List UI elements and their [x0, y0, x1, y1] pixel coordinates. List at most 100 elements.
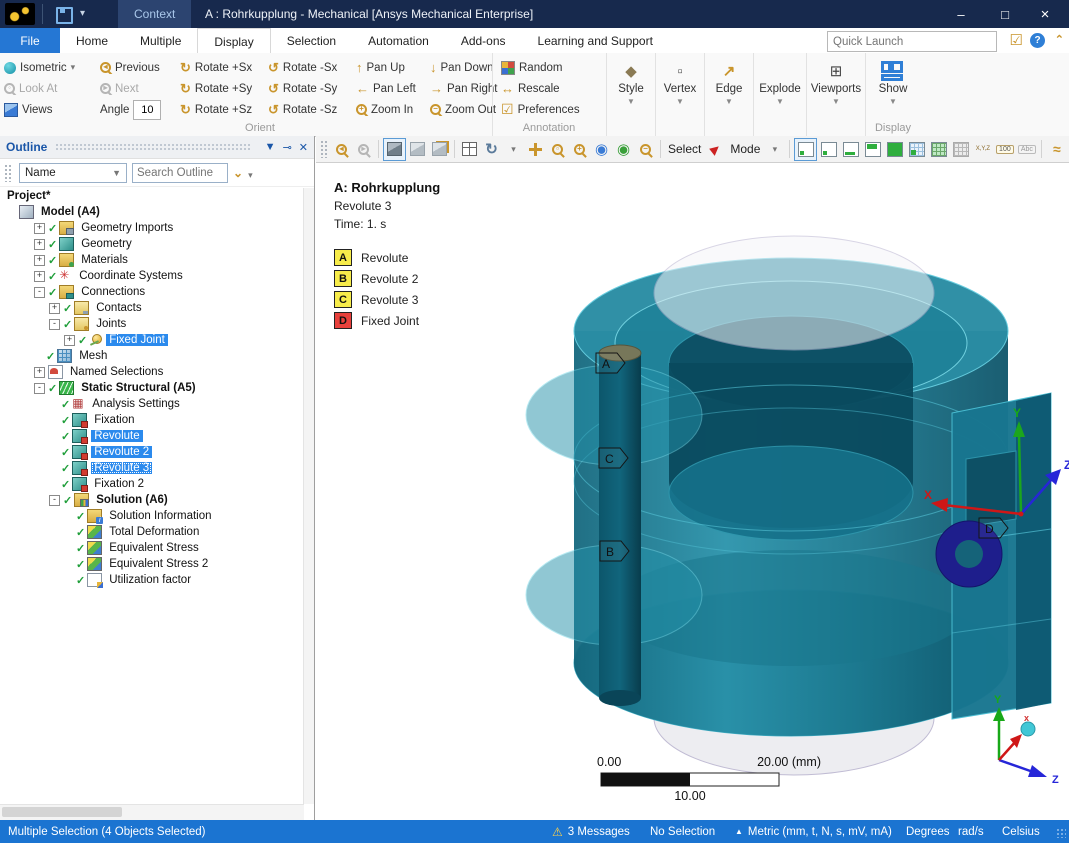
- mode-label[interactable]: Mode: [730, 142, 760, 156]
- collapse-icon[interactable]: -: [34, 383, 45, 394]
- box-select-icon[interactable]: [407, 139, 428, 160]
- tree-item-geometry[interactable]: +✓Geometry: [0, 236, 304, 252]
- outline-vertical-scrollbar[interactable]: [303, 188, 314, 804]
- pan-left-button[interactable]: ←Pan Left: [356, 83, 430, 95]
- maximize-button[interactable]: □: [985, 0, 1025, 28]
- units-selector[interactable]: ▲ Metric (mm, t, N, s, mV, mA): [735, 820, 892, 843]
- tab-selection[interactable]: Selection: [271, 28, 352, 53]
- tree-item-coordinate-systems[interactable]: +✓Coordinate Systems: [0, 268, 304, 284]
- single-select-icon[interactable]: [383, 138, 406, 161]
- expand-icon[interactable]: +: [49, 303, 60, 314]
- select-cursor-icon[interactable]: [705, 139, 726, 160]
- tab-learning-and-support[interactable]: Learning and Support: [522, 28, 669, 53]
- zoom-fit-icon[interactable]: ◉: [591, 139, 612, 160]
- filter-mesh-node-icon[interactable]: [906, 139, 927, 160]
- tree-item-project[interactable]: Project*: [0, 188, 304, 204]
- tag-100-icon[interactable]: 100: [994, 139, 1015, 160]
- rotate-plus-sy-button[interactable]: ↻Rotate +Sy: [180, 83, 268, 95]
- filter-body-icon[interactable]: [884, 139, 905, 160]
- filter-points-icon[interactable]: [794, 138, 817, 161]
- ribbon-collapse-icon[interactable]: ⌃: [1055, 33, 1064, 46]
- zoom-previous-icon[interactable]: ◂: [331, 139, 352, 160]
- views-button[interactable]: Views: [4, 103, 100, 117]
- tab-display[interactable]: Display: [197, 28, 270, 54]
- pin-icon[interactable]: ⊸: [283, 141, 292, 154]
- tab-add-ons[interactable]: Add-ons: [445, 28, 522, 53]
- isometric-button[interactable]: Isometric▾: [4, 62, 100, 74]
- zoom-selection-icon[interactable]: ◉: [613, 139, 634, 160]
- tree-item-total-deformation[interactable]: ✓Total Deformation: [0, 524, 304, 540]
- angle-input[interactable]: [133, 100, 161, 120]
- tab-multiple[interactable]: Multiple: [124, 28, 197, 53]
- temperature-unit[interactable]: Celsius: [1002, 820, 1040, 843]
- geometry-viewport[interactable]: X Y Z A C B: [316, 163, 1069, 820]
- clamp-pin[interactable]: [599, 353, 641, 698]
- angle-unit-selector[interactable]: Degrees: [906, 820, 949, 843]
- expand-icon[interactable]: +: [34, 271, 45, 282]
- quick-launch-input[interactable]: [827, 31, 997, 52]
- explode-button[interactable]: Explode▼: [753, 53, 806, 136]
- expand-icon[interactable]: +: [34, 255, 45, 266]
- tree-item-revolute-2[interactable]: ✓Revolute 2: [0, 444, 304, 460]
- dropdown-caret-icon[interactable]: ▾: [503, 139, 524, 160]
- drag-handle[interactable]: [4, 164, 11, 182]
- collapse-icon[interactable]: -: [49, 319, 60, 330]
- minimize-button[interactable]: –: [941, 0, 981, 28]
- panel-menu-caret-icon[interactable]: ▼: [265, 141, 276, 153]
- outline-horizontal-scrollbar[interactable]: [0, 804, 304, 820]
- collapse-icon[interactable]: -: [34, 287, 45, 298]
- tree-item-materials[interactable]: +✓Materials: [0, 252, 304, 268]
- tree-item-revolute-3[interactable]: ✓Revolute 3: [0, 460, 304, 476]
- tree-item-fixation[interactable]: ✓Fixation: [0, 412, 304, 428]
- random-colors-button[interactable]: Random: [501, 61, 562, 75]
- chevron-down-icon[interactable]: ▾: [248, 170, 253, 181]
- multi-select-icon[interactable]: [429, 139, 450, 160]
- dropdown-caret-icon[interactable]: ▾: [764, 139, 785, 160]
- close-button[interactable]: ×: [1025, 0, 1065, 28]
- tree-item-solution-a6[interactable]: -✓Solution (A6): [0, 492, 304, 508]
- expand-icon[interactable]: +: [34, 367, 45, 378]
- expand-icon[interactable]: +: [64, 335, 75, 346]
- messages-button[interactable]: ⚠ 3 Messages: [552, 820, 630, 843]
- tree-item-static-structural-a5[interactable]: -✓Static Structural (A5): [0, 380, 304, 396]
- tree-item-revolute[interactable]: ✓Revolute: [0, 428, 304, 444]
- tab-file[interactable]: File: [0, 28, 60, 53]
- viewports-button[interactable]: ⊞Viewports▼: [806, 53, 865, 136]
- zoom-out-icon[interactable]: −: [635, 139, 656, 160]
- box-zoom-icon[interactable]: ▫: [547, 139, 568, 160]
- search-outline-input[interactable]: [132, 163, 228, 183]
- save-icon[interactable]: [56, 7, 73, 24]
- tree-item-fixed-joint[interactable]: +✓Fixed Joint: [0, 332, 304, 348]
- pan-icon[interactable]: [525, 139, 546, 160]
- tree-item-analysis-settings[interactable]: ✓Analysis Settings: [0, 396, 304, 412]
- feedback-icon[interactable]: ☑: [1010, 31, 1023, 49]
- tree-item-geometry-imports[interactable]: +✓Geometry Imports: [0, 220, 304, 236]
- vertex-button[interactable]: ▫Vertex▼: [655, 53, 704, 136]
- zoom-in-icon[interactable]: +: [569, 139, 590, 160]
- viewport-layout-icon[interactable]: [459, 139, 480, 160]
- filter-face-icon[interactable]: [862, 139, 883, 160]
- filter-vertex-icon[interactable]: [818, 139, 839, 160]
- close-panel-icon[interactable]: ✕: [299, 141, 308, 154]
- tree-item-mesh[interactable]: ✓Mesh: [0, 348, 304, 364]
- tree-item-contacts[interactable]: +✓Contacts: [0, 300, 304, 316]
- tree-item-equivalent-stress-2[interactable]: ✓Equivalent Stress 2: [0, 556, 304, 572]
- tree-item-joints[interactable]: -✓Joints: [0, 316, 304, 332]
- preferences-button[interactable]: ☑Preferences: [501, 101, 580, 118]
- coords-xyz-icon[interactable]: X,Y,Z: [972, 139, 993, 160]
- tab-automation[interactable]: Automation: [352, 28, 445, 53]
- expand-search-icon[interactable]: ⌄: [233, 166, 243, 180]
- tag-abc-icon[interactable]: Abc: [1016, 139, 1037, 160]
- tree-item-connections[interactable]: -✓Connections: [0, 284, 304, 300]
- tree-item-model-a4[interactable]: Model (A4): [0, 204, 304, 220]
- rescale-button[interactable]: ↔Rescale: [501, 81, 560, 96]
- tab-home[interactable]: Home: [60, 28, 124, 53]
- tree-item-utilization-factor[interactable]: ✓Utilization factor: [0, 572, 304, 588]
- collapse-icon[interactable]: -: [49, 495, 60, 506]
- tree-item-fixation-2[interactable]: ✓Fixation 2: [0, 476, 304, 492]
- rotate-minus-sy-button[interactable]: ↺Rotate -Sy: [268, 83, 356, 95]
- chart-icon[interactable]: ≈: [1046, 139, 1067, 160]
- quick-access-caret-icon[interactable]: ▾: [80, 8, 85, 19]
- rotate-plus-sx-button[interactable]: ↻Rotate +Sx: [180, 62, 268, 74]
- expand-icon[interactable]: +: [34, 239, 45, 250]
